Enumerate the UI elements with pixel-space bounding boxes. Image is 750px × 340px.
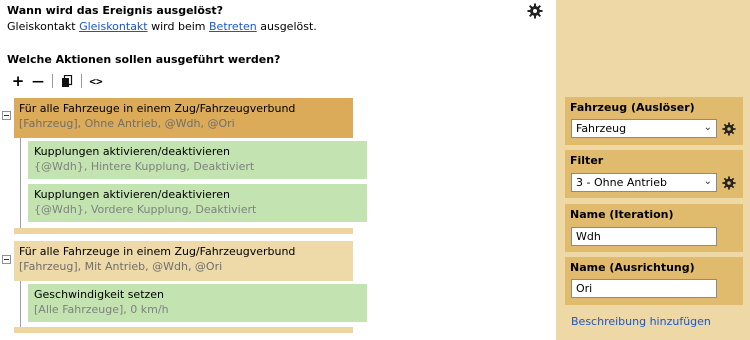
- chevron-down-icon: ⌄: [703, 176, 712, 187]
- vehicle-select-value: Fahrzeug: [576, 122, 627, 135]
- filter-label: Filter: [570, 154, 604, 167]
- action-item[interactable]: Kupplungen aktivieren/deaktivieren {@Wdh…: [28, 141, 367, 179]
- trigger-text-2: wird beim: [147, 20, 210, 33]
- contact-link[interactable]: Gleiskontakt: [79, 20, 148, 33]
- collapse-minus-icon: [4, 115, 9, 116]
- tree-line: [20, 281, 21, 327]
- trigger-text-1: Gleiskontakt: [7, 20, 80, 33]
- toolbar-separator: [81, 74, 82, 88]
- vehicle-label: Fahrzeug (Auslöser): [570, 101, 695, 114]
- iteration-name-input[interactable]: Wdh: [571, 227, 717, 246]
- trigger-question: Wann wird das Ereignis ausgelöst?: [7, 4, 224, 17]
- filter-gear-icon[interactable]: [722, 176, 736, 190]
- toolbar-separator: [52, 74, 53, 88]
- plus-icon: +: [11, 72, 25, 90]
- filter-select-value: 3 - Ohne Antrieb: [576, 176, 667, 189]
- action-item-title: Kupplungen aktivieren/deaktivieren: [34, 145, 230, 158]
- action-group-1[interactable]: Für alle Fahrzeuge in einem Zug/Fahrzeug…: [14, 98, 353, 138]
- event-type-link[interactable]: Betreten: [209, 20, 257, 33]
- trigger-sentence: Gleiskontakt Gleiskontakt wird beim Betr…: [7, 20, 317, 33]
- actions-question: Welche Aktionen sollen ausgeführt werden…: [7, 53, 281, 66]
- group-2-title: Für alle Fahrzeuge in einem Zug/Fahrzeug…: [19, 245, 296, 258]
- action-item-subtitle: {@Wdh}, Vordere Kupplung, Deaktiviert: [34, 203, 257, 216]
- action-item-title: Geschwindigkeit setzen: [34, 288, 165, 301]
- actions-toolbar: + — <>: [8, 72, 106, 90]
- group-2-footer: [14, 327, 353, 333]
- group-1-subtitle: [Fahrzeug], Ohne Antrieb, @Wdh, @Ori: [19, 117, 235, 130]
- action-item-title: Kupplungen aktivieren/deaktivieren: [34, 188, 230, 201]
- code-icon: <>: [89, 74, 103, 88]
- action-item-subtitle: {@Wdh}, Hintere Kupplung, Deaktiviert: [34, 160, 255, 173]
- copy-action-button[interactable]: [57, 72, 77, 90]
- group-1-header: Für alle Fahrzeuge in einem Zug/Fahrzeug…: [14, 98, 353, 138]
- action-item[interactable]: Geschwindigkeit setzen [Alle Fahrzeuge],…: [28, 284, 367, 322]
- trigger-settings-gear-icon[interactable]: [527, 3, 543, 19]
- chevron-down-icon: ⌄: [703, 122, 712, 133]
- filter-select[interactable]: 3 - Ohne Antrieb ⌄: [571, 173, 717, 192]
- group-1-title: Für alle Fahrzeuge in einem Zug/Fahrzeug…: [19, 102, 296, 115]
- minus-icon: —: [32, 74, 44, 88]
- action-item-subtitle: [Alle Fahrzeuge], 0 km/h: [34, 303, 169, 316]
- group-2-subtitle: [Fahrzeug], Mit Antrieb, @Wdh, @Ori: [19, 260, 223, 273]
- tree-line: [20, 138, 21, 232]
- collapse-group-2-button[interactable]: [2, 255, 11, 264]
- iteration-label: Name (Iteration): [570, 208, 674, 221]
- group-2-header: Für alle Fahrzeuge in einem Zug/Fahrzeug…: [14, 241, 353, 281]
- copy-icon: [62, 74, 73, 87]
- orientation-label: Name (Ausrichtung): [570, 261, 695, 274]
- remove-action-button[interactable]: —: [28, 72, 48, 90]
- collapse-minus-icon: [4, 259, 9, 260]
- vehicle-gear-icon[interactable]: [722, 122, 736, 136]
- vehicle-select[interactable]: Fahrzeug ⌄: [571, 119, 717, 138]
- add-description-link[interactable]: Beschreibung hinzufügen: [571, 315, 711, 328]
- code-view-button[interactable]: <>: [86, 72, 106, 90]
- add-action-button[interactable]: +: [8, 72, 28, 90]
- event-editor: Wann wird das Ereignis ausgelöst? Gleisk…: [0, 0, 556, 340]
- orientation-name-input[interactable]: Ori: [571, 279, 717, 298]
- action-item[interactable]: Kupplungen aktivieren/deaktivieren {@Wdh…: [28, 184, 367, 222]
- group-1-footer: [14, 228, 353, 234]
- action-group-2[interactable]: Für alle Fahrzeuge in einem Zug/Fahrzeug…: [14, 241, 353, 281]
- trigger-text-3: ausgelöst.: [256, 20, 317, 33]
- collapse-group-1-button[interactable]: [2, 111, 11, 120]
